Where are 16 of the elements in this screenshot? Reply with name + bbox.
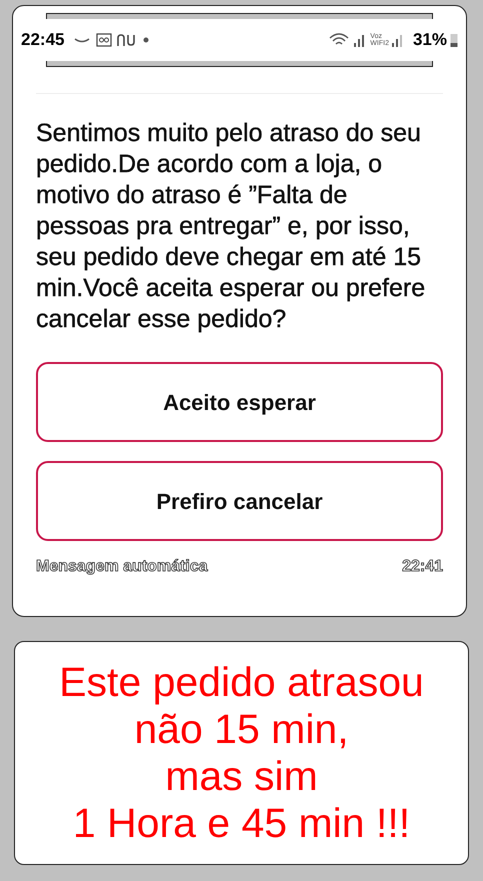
- caption-line: não 15 min,: [134, 706, 349, 753]
- signal-icon: [390, 33, 405, 47]
- automatic-message-label: Mensagem automática: [36, 557, 208, 577]
- message-text: Sentimos muito pelo atraso do seu pedido.De acordo com a loja, o motivo do atraso é ”Falta de pessoas pra entregar” e, por isso, seu pedido deve chegar em até 15 min.Você aceita esperar ou prefere cancelar esse pedido?: [36, 118, 426, 335]
- dot-icon: [143, 37, 150, 43]
- battery-text: 31%: [412, 29, 447, 52]
- choice-button[interactable]: Prefiro cancelar: [36, 461, 443, 541]
- clock-text: 22:45: [21, 29, 64, 52]
- caption-line: 1 Hora e 45 min !!!: [72, 800, 410, 847]
- voicemail-icon: [96, 33, 112, 47]
- bank-logo-icon: [117, 34, 136, 46]
- caption-line: mas sim: [165, 753, 318, 800]
- caption-line: Este pedido atrasou: [59, 659, 424, 706]
- battery-icon: [450, 33, 458, 47]
- choice-button[interactable]: Aceito esperar: [36, 362, 443, 442]
- message-time: 22:41: [402, 557, 443, 577]
